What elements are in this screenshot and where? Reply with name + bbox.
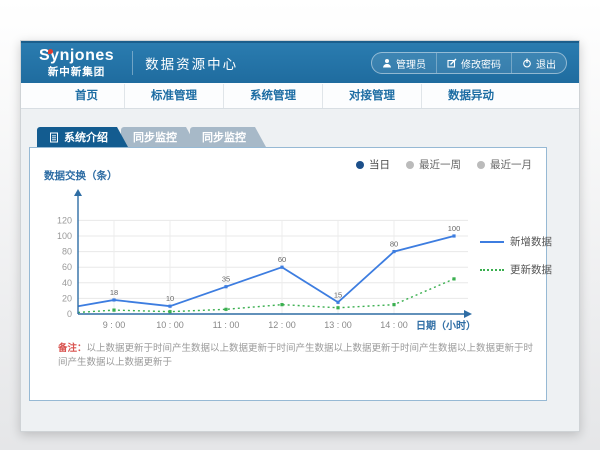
footnote: 备注：以上数据更新于时间产生数据以上数据更新于时间产生数据以上数据更新于时间产生… (58, 342, 534, 371)
change-password-button[interactable]: 修改密码 (436, 53, 511, 73)
tab-sync-monitor-1[interactable]: 同步监控 (121, 127, 197, 147)
series-legend: 新增数据 更新数据 (480, 234, 552, 277)
radio-dot-icon (477, 161, 485, 169)
svg-text:9 : 00: 9 : 00 (103, 320, 126, 330)
tab-system-intro[interactable]: 系统介绍 (37, 127, 128, 147)
svg-text:100: 100 (57, 231, 72, 241)
change-password-label: 修改密码 (461, 56, 501, 71)
svg-text:40: 40 (62, 278, 72, 288)
range-option-label: 最近一月 (490, 157, 532, 172)
svg-text:100: 100 (448, 224, 461, 233)
legend-item-new-data[interactable]: 新增数据 (480, 234, 552, 249)
nav-item-interface-mgmt[interactable]: 对接管理 (322, 84, 421, 108)
app-window: Synjones 新中新集团 数据资源中心 管理员 修改密码 (20, 40, 580, 432)
chart-card: 当日 最近一周 最近一月 数据交换（条） 18 10 35 60 15 80 100 0 20 4… (29, 147, 547, 401)
user-toolbar: 管理员 修改密码 退出 (371, 52, 567, 74)
user-name-label: 管理员 (396, 56, 426, 71)
time-range-selector: 当日 最近一周 最近一月 (356, 157, 532, 172)
svg-text:35: 35 (222, 275, 230, 284)
nav-item-system-mgmt[interactable]: 系统管理 (223, 84, 322, 108)
dotted-line-sample-icon (480, 269, 504, 271)
range-option-label: 最近一周 (419, 157, 461, 172)
radio-dot-icon (356, 161, 364, 169)
radio-dot-icon (406, 161, 414, 169)
svg-text:12 : 00: 12 : 00 (268, 320, 296, 330)
svg-text:14 : 00: 14 : 00 (380, 320, 408, 330)
logo-company-name: 新中新集团 (39, 67, 114, 78)
svg-text:120: 120 (57, 215, 72, 225)
svg-text:80: 80 (390, 240, 398, 249)
line-chart: 18 10 35 60 15 80 100 0 20 40 60 80 100 120 9 : 00 10 :… (38, 182, 478, 352)
range-option-today[interactable]: 当日 (356, 157, 390, 172)
svg-text:80: 80 (62, 247, 72, 257)
tab-label: 系统介绍 (64, 129, 108, 145)
user-icon (382, 58, 392, 68)
svg-text:20: 20 (62, 293, 72, 303)
svg-text:15: 15 (334, 290, 342, 299)
svg-text:11 : 00: 11 : 00 (213, 320, 240, 330)
series-name: 更新数据 (510, 262, 552, 277)
range-option-last-month[interactable]: 最近一月 (477, 157, 532, 172)
footnote-label: 备注： (58, 343, 87, 354)
header-divider (132, 51, 133, 75)
chart-series: 18 10 35 60 15 80 100 (78, 224, 460, 313)
company-logo[interactable]: Synjones 新中新集团 (33, 48, 120, 78)
nav-item-standard-mgmt[interactable]: 标准管理 (124, 84, 223, 108)
svg-text:60: 60 (62, 262, 72, 272)
logout-label: 退出 (536, 56, 556, 71)
chart-gridlines (78, 220, 468, 314)
tab-bar: 系统介绍 同步监控 同步监控 (37, 127, 259, 147)
y-axis-title: 数据交换（条） (44, 168, 118, 183)
legend-item-updated-data[interactable]: 更新数据 (480, 262, 552, 277)
svg-text:10: 10 (166, 294, 174, 303)
main-nav: 首页 标准管理 系统管理 对接管理 数据异动 (21, 83, 579, 109)
tab-label: 同步监控 (202, 129, 246, 145)
tab-sync-monitor-2[interactable]: 同步监控 (190, 127, 266, 147)
svg-text:13 : 00: 13 : 00 (324, 320, 352, 330)
nav-item-data-change[interactable]: 数据异动 (421, 84, 520, 108)
svg-text:60: 60 (278, 255, 286, 264)
power-icon (522, 58, 532, 68)
svg-text:0: 0 (67, 309, 72, 319)
range-option-last-week[interactable]: 最近一周 (406, 157, 461, 172)
user-menu-button[interactable]: 管理员 (372, 53, 436, 73)
edit-icon (447, 58, 457, 68)
solid-line-sample-icon (480, 241, 504, 243)
app-title: 数据资源中心 (145, 53, 238, 73)
range-option-label: 当日 (369, 157, 390, 172)
document-icon (49, 132, 59, 143)
chart-region: 18 10 35 60 15 80 100 0 20 40 60 80 100 120 9 : 00 10 :… (38, 182, 552, 352)
footnote-text: 以上数据更新于时间产生数据以上数据更新于时间产生数据以上数据更新于时间产生数据以… (58, 343, 533, 368)
nav-item-home[interactable]: 首页 (49, 84, 124, 108)
content-area: 系统介绍 同步监控 同步监控 当日 最近一周 (21, 109, 579, 431)
top-header: Synjones 新中新集团 数据资源中心 管理员 修改密码 (21, 41, 579, 83)
logout-button[interactable]: 退出 (511, 53, 566, 73)
svg-text:10 : 00: 10 : 00 (156, 320, 184, 330)
svg-text:18: 18 (110, 288, 118, 297)
svg-text:日期（小时）: 日期（小时） (416, 319, 476, 332)
tab-label: 同步监控 (133, 129, 177, 145)
series-name: 新增数据 (510, 234, 552, 249)
